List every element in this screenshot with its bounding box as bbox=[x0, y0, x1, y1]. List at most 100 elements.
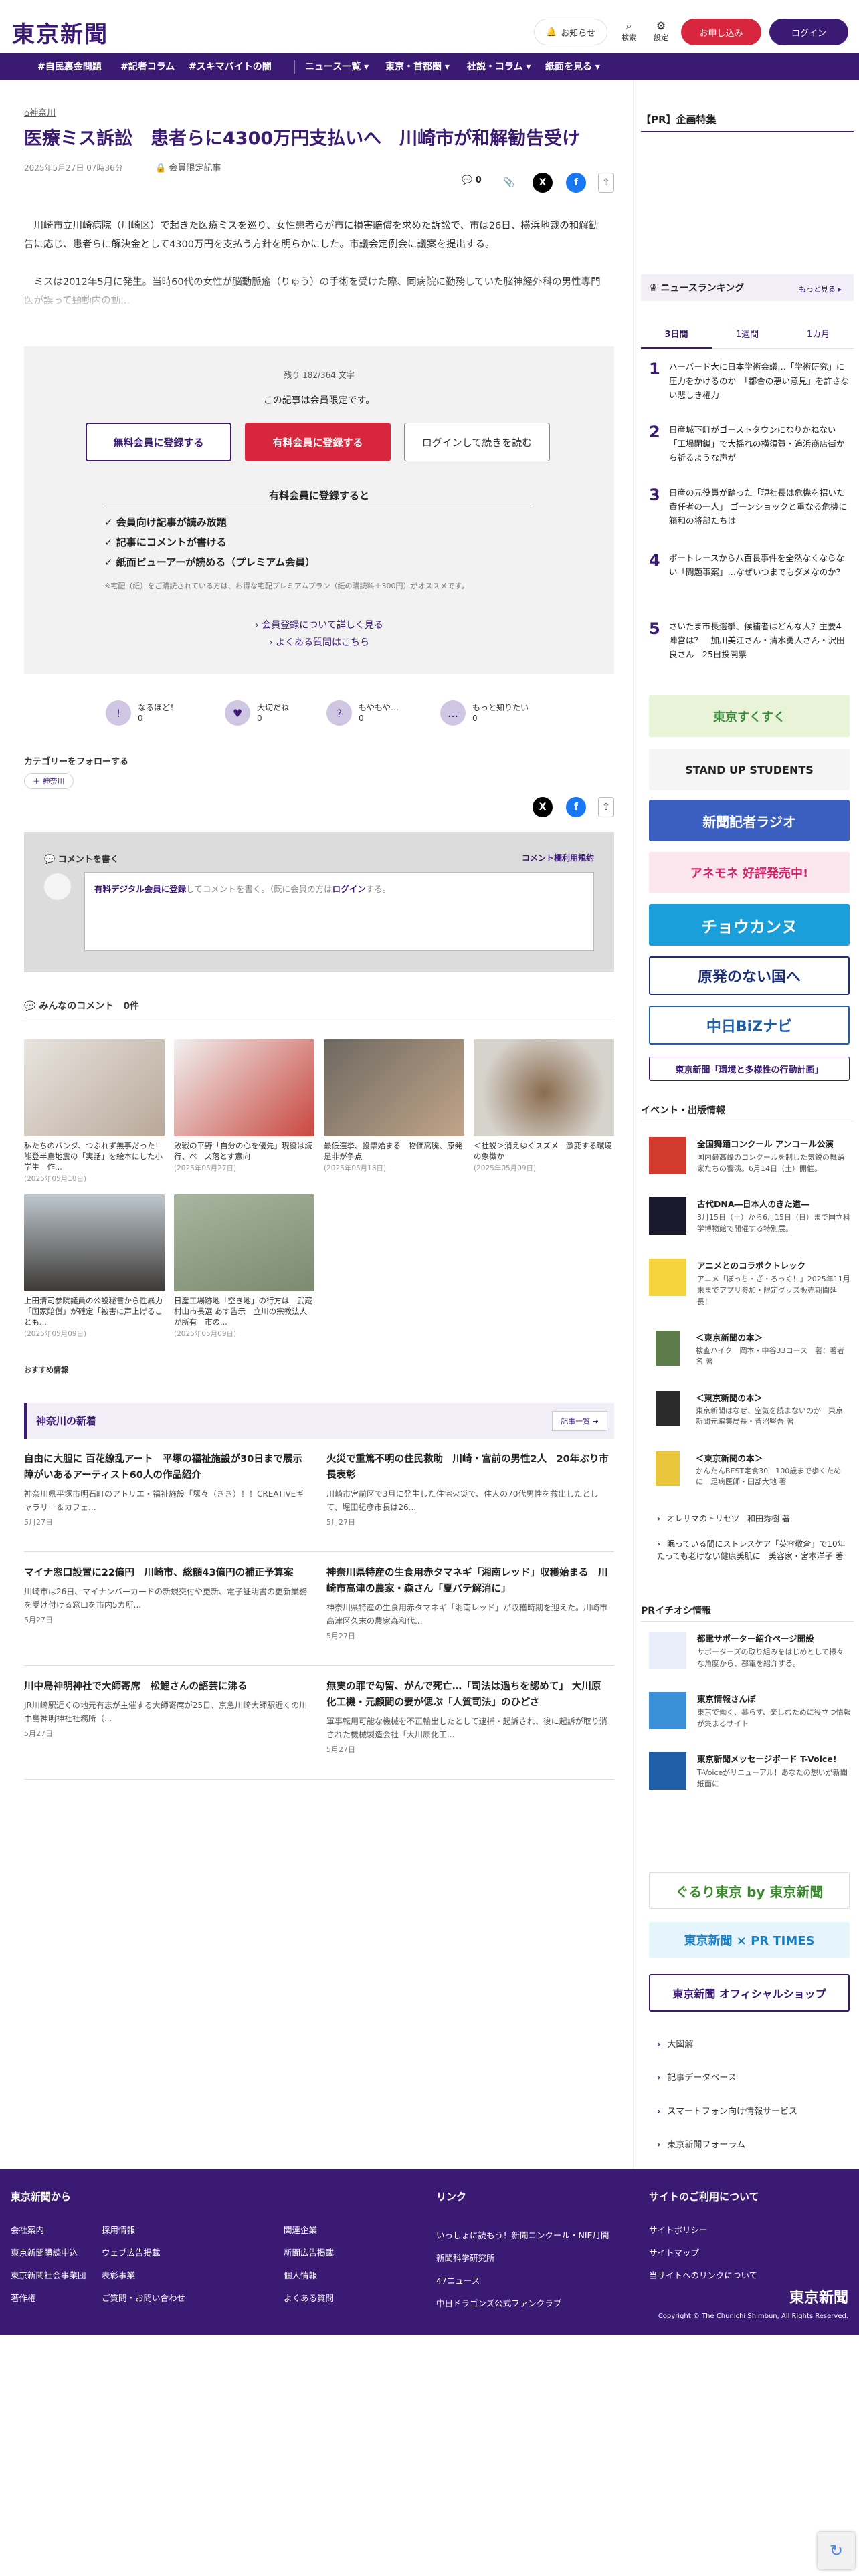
side-link[interactable]: 大図解 bbox=[657, 2037, 693, 2050]
share-icon[interactable]: ⇧ bbox=[598, 173, 614, 193]
news-article[interactable]: 自由に大胆に 百花繚乱アート 平塚の福祉施設が30日まで展示 障がいあるアーティ… bbox=[24, 1451, 312, 1527]
bell-icon: 🔔 bbox=[546, 27, 557, 37]
share-icon[interactable]: ⇧ bbox=[598, 797, 614, 817]
member-info-link[interactable]: › 会員登録について詳しく見る bbox=[24, 618, 614, 631]
article-list-link[interactable]: 記事一覧 ➜ bbox=[552, 1411, 607, 1431]
book-link[interactable]: オレサマのトリセツ 和田秀樹 著 bbox=[657, 1513, 851, 1524]
nav-item-5[interactable]: 東京・首都圏 ▾ bbox=[385, 53, 450, 80]
comment-icon: 💬 bbox=[462, 175, 476, 185]
related-article-card[interactable]: 最低選挙、投票始まる 物価高騰、原発是非が争点 (2025年05月18日) bbox=[324, 1039, 464, 1173]
related-article-card[interactable]: 敗戦の平野「自分の心を優先」現役は続行、ペース落とす意向 (2025年05月27日… bbox=[174, 1039, 314, 1173]
nav-item-2[interactable]: #記者コラム bbox=[120, 53, 175, 80]
related-article-card[interactable]: ＜社説＞消えゆくスズメ 激変する環境の象徴か (2025年05月09日) bbox=[474, 1039, 614, 1173]
nav-item-3[interactable]: #スキマバイトの闇 bbox=[189, 53, 272, 80]
login-continue-button[interactable]: ログインして続きを読む bbox=[404, 423, 550, 461]
footer-link[interactable]: 東京新聞購読申込 bbox=[11, 2246, 78, 2258]
reaction-naruhodo[interactable]: ! なるほど！ 0 bbox=[106, 700, 178, 726]
anemone-banner[interactable]: アネモネ 好評発売中! bbox=[649, 852, 850, 893]
notification-button[interactable]: 🔔 お知らせ bbox=[534, 19, 607, 45]
footer-link[interactable]: よくある質問 bbox=[284, 2291, 334, 2304]
ranking-more-link[interactable]: もっと見る ▸ bbox=[799, 284, 842, 294]
related-article-card[interactable]: 私たちのパンダ、つぶれず無事だった！ 能登半島地震の「実話」を絵本にした小学生 … bbox=[24, 1039, 171, 1184]
exclamation-icon: ! bbox=[106, 700, 131, 726]
paywall-note: ※宅配（紙）をご購読されている方は、お得な宅配プレミアムプラン（紙の購読料＋30… bbox=[104, 582, 469, 591]
footer-link[interactable]: 採用情報 bbox=[102, 2223, 135, 2236]
news-article[interactable]: 火災で重篤不明の住民救助 川崎・宮前の男性2人 20年ぶり市長表彰 川崎市宮前区で… bbox=[326, 1451, 610, 1527]
nav-item-7[interactable]: 紙面を見る ▾ bbox=[545, 53, 600, 80]
footer-link[interactable]: 当サイトへのリンクについて bbox=[649, 2268, 757, 2281]
pr-times-banner[interactable]: 東京新聞 × PR TIMES bbox=[649, 1922, 850, 1958]
footer-link[interactable]: 個人情報 bbox=[284, 2268, 317, 2281]
side-link[interactable]: スマートフォン向け情報サービス bbox=[657, 2104, 797, 2117]
nav-item-6[interactable]: 社説・コラム ▾ bbox=[467, 53, 531, 80]
facebook-share-icon[interactable]: f bbox=[566, 797, 586, 817]
comment-input[interactable]: 有料デジタル会員に登録してコメントを書く。（既に会員の方はログインする。 bbox=[84, 872, 594, 951]
login-button[interactable]: ログイン bbox=[769, 19, 848, 45]
footer-link[interactable]: 47ニュース bbox=[436, 2274, 480, 2286]
faq-link[interactable]: › よくある質問はこちら bbox=[24, 635, 614, 649]
news-article[interactable]: マイナ窓口設置に22億円 川崎市、総額43億円の補正予算案 川崎市は26日、マイナ… bbox=[24, 1565, 308, 1625]
remaining-chars: 残り 182/364 文字 bbox=[284, 370, 355, 380]
comment-count[interactable]: 💬 0 bbox=[462, 175, 482, 185]
clip-icon[interactable]: 📎 bbox=[499, 173, 519, 193]
news-article[interactable]: 無実の罪で勾留、がんで死亡…「司法は過ちを認めて」 大川原化工機・元顧問の妻が偲… bbox=[326, 1679, 610, 1755]
divider bbox=[641, 131, 854, 132]
category-tag[interactable]: ＋ 神奈川 bbox=[24, 773, 74, 789]
ellipsis-icon: … bbox=[440, 700, 466, 726]
sukusuku-banner[interactable]: 東京すくすく bbox=[649, 695, 850, 737]
nav-divider bbox=[294, 60, 295, 74]
stand-up-students-banner[interactable]: STAND UP STUDENTS bbox=[649, 749, 850, 790]
settings-button[interactable]: ⚙ 設定 bbox=[649, 20, 673, 43]
podcast-banner[interactable]: 新聞記者ラジオ bbox=[649, 800, 850, 841]
x-share-icon[interactable]: X bbox=[533, 797, 553, 817]
nav-item-4[interactable]: ニュース一覧 ▾ bbox=[305, 53, 369, 80]
footer-link[interactable]: 新聞科学研究所 bbox=[436, 2251, 495, 2264]
site-logo[interactable]: 東京新聞 bbox=[12, 16, 108, 49]
footer-link[interactable]: サイトポリシー bbox=[649, 2223, 708, 2236]
reaction-motto[interactable]: … もっと知りたい 0 bbox=[440, 700, 529, 726]
footer-link[interactable]: サイトマップ bbox=[649, 2246, 699, 2258]
footer-link[interactable]: 著作権 bbox=[11, 2291, 36, 2304]
tab-1month[interactable]: 1カ月 bbox=[783, 321, 854, 349]
footer-col-title: 東京新聞から bbox=[11, 2191, 72, 2203]
benefits-title: 有料会員に登録すると bbox=[268, 490, 369, 502]
bizunavi-banner[interactable]: 中日BiZナビ bbox=[649, 1006, 850, 1045]
site-header: 東京新聞 🔔 お知らせ ⌕ 検索 ⚙ 設定 お申し込み ログイン bbox=[0, 0, 859, 53]
footer-link[interactable]: 関連企業 bbox=[284, 2223, 317, 2236]
footer-link[interactable]: 会社案内 bbox=[11, 2223, 44, 2236]
x-share-icon[interactable]: X bbox=[533, 173, 553, 193]
footer-link[interactable]: 中日ドラゴンズ公式ファンクラブ bbox=[436, 2296, 561, 2309]
comment-rules-link[interactable]: コメント欄利用規約 bbox=[522, 852, 594, 863]
news-article[interactable]: 神奈川県特産の生食用赤タマネギ「湘南レッド」収穫始まる 川崎市高津の農家・森さん… bbox=[326, 1565, 610, 1641]
footer-link[interactable]: 東京新聞社会事業団 bbox=[11, 2268, 86, 2281]
genpatsu-banner[interactable]: 原発のない国へ bbox=[649, 956, 850, 995]
prefecture-link[interactable]: ⌂神奈川 bbox=[24, 106, 56, 118]
free-register-button[interactable]: 無料会員に登録する bbox=[86, 423, 231, 461]
action-plan-banner[interactable]: 東京新聞「環境と多様性の行動計画」 bbox=[649, 1057, 850, 1081]
sidebar-divider bbox=[633, 80, 634, 2169]
related-article-card[interactable]: 上田清司参院議員の公設秘書から性暴力「国家賠償」が確定「被害に声上げることも..… bbox=[24, 1194, 165, 1339]
footer-link[interactable]: 新聞広告掲載 bbox=[284, 2246, 334, 2258]
subscribe-button[interactable]: お申し込み bbox=[681, 19, 761, 45]
nav-item-1[interactable]: #自民裏金問題 bbox=[37, 53, 102, 80]
reaction-taisetsu[interactable]: ♥ 大切だね 0 bbox=[225, 700, 289, 726]
footer-link[interactable]: ご質問・お問い合わせ bbox=[102, 2291, 185, 2304]
tab-3days[interactable]: 3日間 bbox=[641, 321, 712, 349]
facebook-share-icon[interactable]: f bbox=[566, 173, 586, 193]
reaction-moyamoya[interactable]: ? もやもや… 0 bbox=[326, 700, 399, 726]
footer-link[interactable]: ウェブ広告掲載 bbox=[102, 2246, 161, 2258]
chokanu-banner[interactable]: チョウカンヌ bbox=[649, 904, 850, 946]
footer-link[interactable]: いっしょに読もう！新聞コンクール・NIE月間 bbox=[436, 2228, 609, 2241]
footer-link[interactable]: 表彰事業 bbox=[102, 2268, 135, 2281]
related-article-card[interactable]: 日産工場跡地「空き地」の行方は 武蔵村山市長選 あす告示 立川の宗教法人が所有 … bbox=[174, 1194, 314, 1339]
search-button[interactable]: ⌕ 検索 bbox=[617, 20, 641, 43]
book-link[interactable]: 眠っている間にストレスケア「英容敬倉」で10年たっても老けない健康美肌に 美容家… bbox=[657, 1538, 851, 1562]
recaptcha-badge[interactable]: ↻ bbox=[818, 2532, 855, 2569]
official-shop-banner[interactable]: 東京新聞 オフィシャルショップ bbox=[649, 1974, 850, 2012]
paid-register-button[interactable]: 有料会員に登録する bbox=[245, 423, 391, 461]
gururi-tokyo-banner[interactable]: ぐるり東京 by 東京新聞 bbox=[649, 1872, 850, 1909]
news-article[interactable]: 川中島神明神社で大師寄席 松鯉さんの語芸に沸る JR川崎駅近くの地元有志が主催する… bbox=[24, 1679, 308, 1739]
tab-1week[interactable]: 1週間 bbox=[712, 321, 783, 349]
side-link[interactable]: 記事データベース bbox=[657, 2070, 736, 2083]
side-link[interactable]: 東京新聞フォーラム bbox=[657, 2137, 745, 2150]
